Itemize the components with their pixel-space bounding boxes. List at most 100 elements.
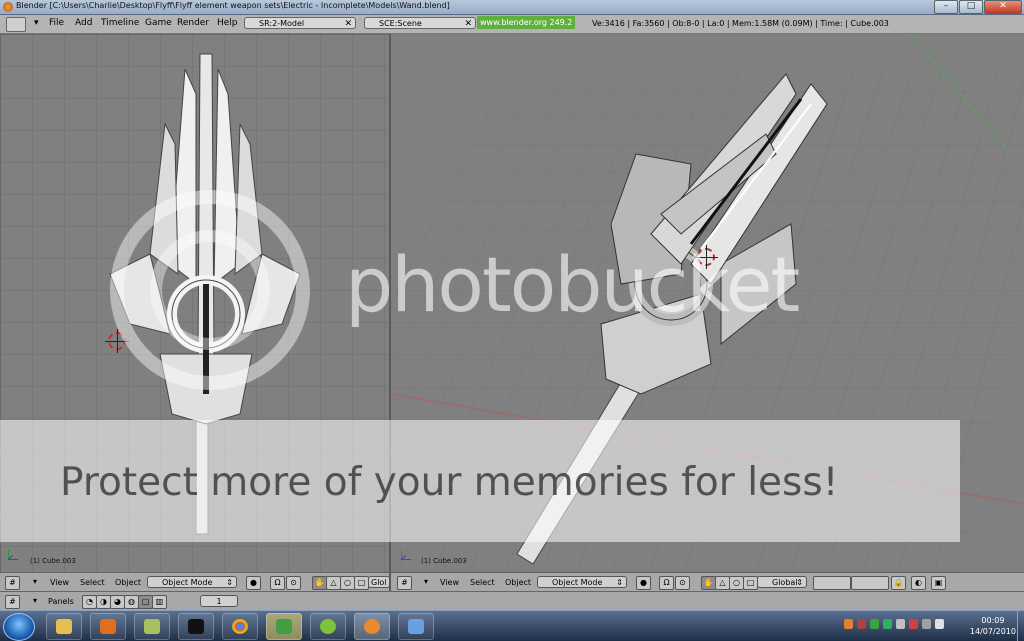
menu-render[interactable]: Render (177, 18, 209, 28)
script-panel-icon[interactable]: ◑ (96, 595, 111, 609)
scene-panel-icon[interactable]: ▥ (152, 595, 167, 609)
buttons-window-header: # ▾ Panels ◔ ◑ ◕ ◍ ▢ ▥ 1 (0, 591, 1024, 611)
scene-stats: Ve:3416 | Fa:3560 | Ob:8-0 | La:0 | Mem:… (592, 19, 889, 28)
menu-help[interactable]: Help (217, 18, 238, 28)
scene-delete-icon[interactable]: ✕ (464, 18, 472, 30)
window-type-grid-icon[interactable]: # (5, 576, 20, 590)
pivot-icon[interactable]: Ω (270, 576, 285, 590)
axes-gizmo-left-icon (6, 550, 20, 562)
menu-view-right[interactable]: View (440, 578, 459, 587)
snap-icon[interactable]: ⊙ (675, 576, 690, 590)
taskbar-paint-icon[interactable] (398, 613, 434, 640)
info-window-type-icon[interactable] (6, 17, 26, 32)
tray-flag-icon[interactable] (909, 619, 918, 629)
tray-volume-icon[interactable] (935, 619, 944, 629)
clock-time: 00:09 (981, 616, 1005, 625)
window-titlebar: Blender [C:\Users\Charlie\Desktop\Flyff\… (0, 0, 1024, 15)
viewport-right-label: (1) Cube.003 (421, 557, 467, 565)
window-type-grid-icon[interactable]: # (5, 595, 20, 609)
panels-menu[interactable]: Panels (48, 597, 74, 606)
blender-url[interactable]: www.blender.org 249.2 (477, 16, 576, 29)
close-button[interactable]: ✕ (984, 0, 1022, 14)
shading-panel-icon[interactable]: ◕ (110, 595, 125, 609)
orientation-select-left[interactable]: Glol (368, 576, 390, 588)
info-menubar: ▾ File Add Timeline Game Render Help SR:… (0, 15, 1024, 34)
manipulator-scale-icon[interactable]: □ (354, 576, 369, 590)
clock-date: 14/07/2010 (969, 627, 1016, 636)
tray-spotify-icon[interactable] (870, 619, 879, 629)
window-title: Blender [C:\Users\Charlie\Desktop\Flyff\… (16, 1, 450, 10)
show-desktop-button[interactable] (1017, 611, 1024, 641)
taskbar-explorer-icon[interactable] (46, 613, 82, 640)
photobucket-watermark-logo: photobucket (345, 240, 800, 329)
tray-network-icon[interactable] (896, 619, 905, 629)
taskbar-spotify-icon[interactable] (310, 613, 346, 640)
frame-counter[interactable]: 1 (200, 595, 238, 607)
orientation-select-arrow-icon: ⇕ (796, 578, 803, 587)
taskbar-media-player-icon[interactable] (90, 613, 126, 640)
tray-messenger-icon[interactable] (883, 619, 892, 629)
mode-select-right[interactable]: Object Mode ⇕ (537, 576, 627, 588)
pivot-icon[interactable]: Ω (659, 576, 674, 590)
draw-type-icon[interactable]: ● (636, 576, 651, 590)
menu-select-right[interactable]: Select (470, 578, 495, 587)
photobucket-watermark-inner-ring (150, 230, 270, 350)
menu-file[interactable]: File (49, 18, 64, 28)
menu-object-left[interactable]: Object (115, 578, 141, 587)
menu-add[interactable]: Add (75, 18, 92, 28)
screen-delete-icon[interactable]: ✕ (344, 18, 352, 30)
mode-select-left[interactable]: Object Mode ⇕ (147, 576, 237, 588)
layer-buttons-a[interactable] (813, 576, 851, 590)
lock-icon[interactable]: 🔒 (891, 576, 906, 590)
menu-view-left[interactable]: View (50, 578, 69, 587)
menu-object-right[interactable]: Object (505, 578, 531, 587)
manipulator-rotate-icon[interactable]: ○ (729, 576, 744, 590)
layer-buttons-b[interactable] (851, 576, 889, 590)
taskbar-console-icon[interactable] (178, 613, 214, 640)
manipulator-hand-icon[interactable]: ✋ (312, 576, 327, 590)
tray-display-icon[interactable] (922, 619, 931, 629)
view-header-left: # ▾ View Select Object Object Mode ⇕ ● Ω… (0, 572, 390, 591)
os-taskbar: 00:09 14/07/2010 (0, 610, 1024, 641)
maximize-button[interactable]: □ (959, 0, 983, 14)
mode-select-right-value: Object Mode (552, 578, 603, 587)
logic-panel-icon[interactable]: ◔ (82, 595, 97, 609)
window-controls: – □ ✕ (934, 0, 1022, 14)
scene-selector[interactable]: SCE:Scene ✕ (364, 17, 476, 29)
tray-app-icon[interactable] (844, 619, 853, 629)
taskbar-blender-icon[interactable] (354, 613, 390, 640)
object-panel-icon[interactable]: ◍ (124, 595, 139, 609)
window-type-grid-icon[interactable]: # (397, 576, 412, 590)
orientation-select-right[interactable]: Global ⇕ (757, 576, 807, 588)
screen-selector[interactable]: SR:2-Model ✕ (244, 17, 356, 29)
taskbar-clock[interactable]: 00:09 14/07/2010 (970, 615, 1016, 637)
menu-game[interactable]: Game (145, 18, 172, 28)
taskbar-chrome-icon[interactable] (222, 613, 258, 640)
draw-type-icon[interactable]: ● (246, 576, 261, 590)
manipulator-hand-icon[interactable]: ✋ (701, 576, 716, 590)
manipulator-translate-icon[interactable]: △ (715, 576, 730, 590)
orientation-select-right-value: Global (772, 578, 798, 587)
mode-select-left-value: Object Mode (162, 578, 213, 587)
opengl-render-icon[interactable]: ▣ (931, 576, 946, 590)
taskbar-notes-icon[interactable] (134, 613, 170, 640)
axes-gizmo-right-icon (399, 550, 413, 562)
tray-security-icon[interactable] (857, 619, 866, 629)
manipulator-scale-icon[interactable]: □ (743, 576, 758, 590)
menu-timeline[interactable]: Timeline (101, 18, 139, 28)
start-button[interactable] (3, 613, 35, 641)
header-collapse-icon[interactable]: ▾ (424, 577, 428, 586)
header-collapse-icon[interactable]: ▾ (33, 596, 37, 605)
manipulator-translate-icon[interactable]: △ (326, 576, 341, 590)
minimize-button[interactable]: – (934, 0, 958, 14)
render-icon[interactable]: ◐ (911, 576, 926, 590)
system-tray (844, 619, 944, 629)
menu-dropdown-icon[interactable]: ▾ (34, 18, 39, 28)
mode-select-arrow-icon: ⇕ (616, 578, 623, 587)
taskbar-messenger-icon[interactable] (266, 613, 302, 640)
manipulator-rotate-icon[interactable]: ○ (340, 576, 355, 590)
snap-icon[interactable]: ⊙ (286, 576, 301, 590)
header-collapse-icon[interactable]: ▾ (33, 577, 37, 586)
editing-panel-icon[interactable]: ▢ (138, 595, 153, 609)
menu-select-left[interactable]: Select (80, 578, 105, 587)
